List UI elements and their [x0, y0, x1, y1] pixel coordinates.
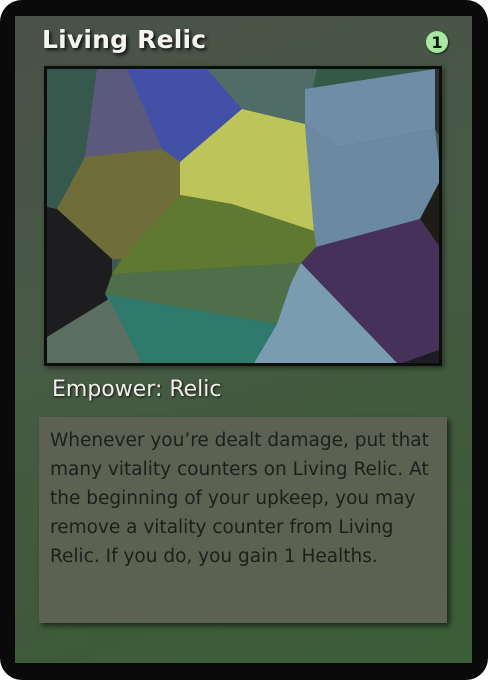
- rules-text: Whenever you’re dealt damage, put that m…: [50, 430, 429, 567]
- rules-text-box: Whenever you’re dealt damage, put that m…: [39, 417, 447, 623]
- abstract-art-image: [47, 69, 439, 363]
- card-title: Living Relic: [42, 25, 207, 54]
- mana-cost-icon: 1: [426, 31, 448, 53]
- card-art: [44, 66, 442, 366]
- type-line: Empower: Relic: [52, 377, 222, 402]
